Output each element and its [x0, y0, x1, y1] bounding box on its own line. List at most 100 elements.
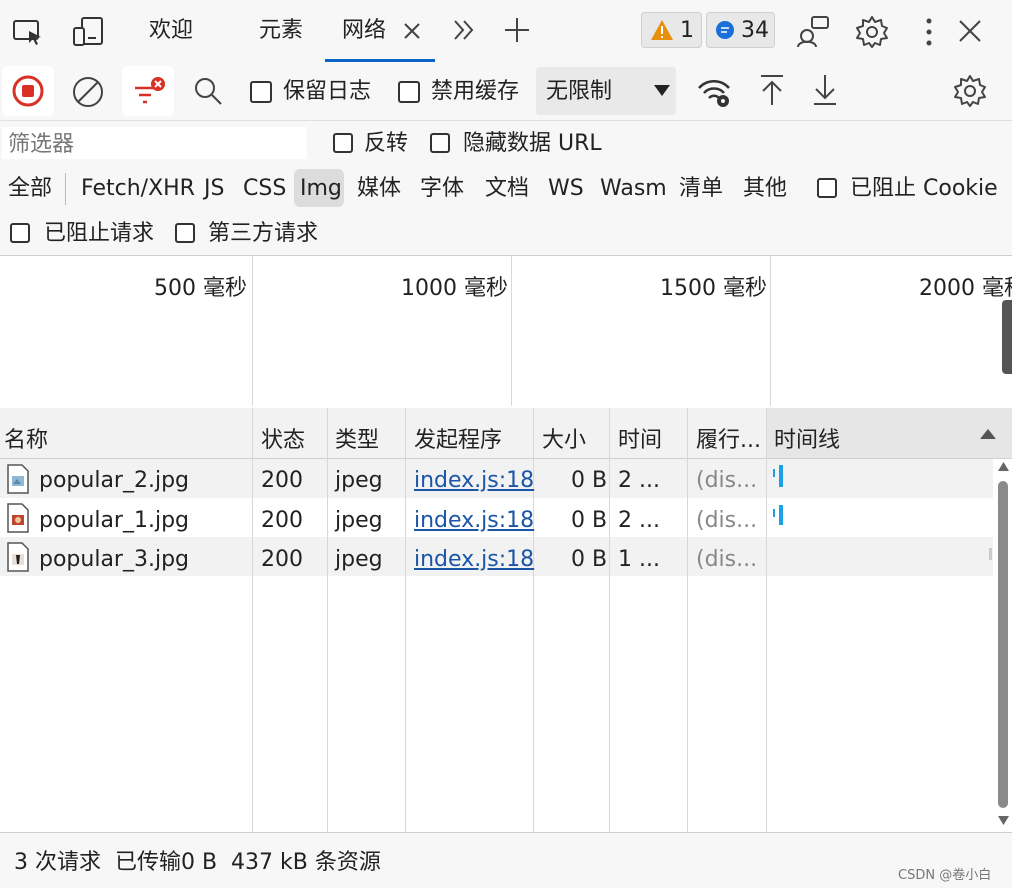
- preserve-log-checkbox[interactable]: [250, 81, 272, 103]
- filter-type-doc[interactable]: 文档: [485, 178, 529, 200]
- close-tab-icon[interactable]: [403, 22, 421, 40]
- warnings-badge[interactable]: 1: [641, 12, 702, 48]
- request-status: 200: [261, 508, 303, 533]
- blocked-cookies-label: 已阻止 Cookie: [850, 176, 998, 201]
- overview-handle[interactable]: [1002, 300, 1012, 374]
- column-header-initiator[interactable]: 发起程序: [414, 422, 502, 454]
- invert-checkbox[interactable]: [333, 133, 353, 153]
- request-size: 0 B: [571, 508, 608, 533]
- export-har-icon[interactable]: [812, 74, 838, 106]
- column-header-fulfilled[interactable]: 履行...: [696, 422, 761, 454]
- hide-data-urls-checkbox[interactable]: [430, 133, 450, 153]
- overview-gridline: [252, 256, 253, 406]
- feedback-icon[interactable]: [796, 14, 830, 48]
- blocked-cookies-checkbox[interactable]: [817, 178, 837, 198]
- throttle-value: 无限制: [546, 79, 613, 104]
- clear-icon[interactable]: [71, 75, 105, 109]
- filter-input[interactable]: 筛选器: [2, 127, 307, 159]
- scroll-down-icon[interactable]: [998, 816, 1009, 825]
- filter-type-fetch-xhr[interactable]: Fetch/XHR: [81, 178, 195, 200]
- request-fulfilled: (dis...: [696, 468, 758, 493]
- import-har-icon[interactable]: [759, 74, 785, 106]
- request-time: 1 ...: [618, 547, 660, 572]
- tab-elements-label: 元素: [259, 18, 304, 43]
- tab-welcome[interactable]: 欢迎: [149, 0, 193, 62]
- filter-toggle-button[interactable]: [122, 66, 174, 116]
- status-bar: 3 次请求 已传输0 B 437 kB 条资源 CSDN @卷小白: [0, 832, 1012, 888]
- disable-cache-checkbox[interactable]: [398, 81, 420, 103]
- tab-elements[interactable]: 元素: [259, 0, 303, 62]
- filter-type-js[interactable]: JS: [204, 178, 224, 200]
- tab-network[interactable]: 网络: [325, 0, 435, 62]
- overview-tick: 500 毫秒: [154, 276, 247, 301]
- filter-type-manifest[interactable]: 清单: [679, 178, 723, 200]
- timeline-bar: [773, 509, 775, 517]
- search-icon[interactable]: [193, 76, 223, 106]
- settings-gear-icon[interactable]: [855, 15, 889, 49]
- filter-type-ws[interactable]: WS: [548, 178, 584, 200]
- filter-icon: [132, 76, 168, 108]
- filter-type-css[interactable]: CSS: [243, 178, 286, 200]
- overview-tick: 2000 毫秒: [919, 276, 1012, 301]
- column-header-name[interactable]: 名称: [4, 422, 48, 454]
- more-options-icon[interactable]: [924, 18, 934, 46]
- device-emulation-icon[interactable]: [72, 16, 106, 48]
- vertical-scrollbar[interactable]: [995, 459, 1012, 831]
- filter-type-all[interactable]: 全部: [8, 178, 52, 200]
- invert-label: 反转: [364, 131, 409, 156]
- preserve-log-label: 保留日志: [283, 79, 372, 104]
- column-separator: [405, 408, 406, 832]
- messages-count: 34: [741, 17, 769, 43]
- image-file-icon: [7, 464, 29, 494]
- column-header-time[interactable]: 时间: [618, 422, 662, 454]
- third-party-checkbox[interactable]: [175, 223, 195, 243]
- column-header-size[interactable]: 大小: [542, 422, 586, 454]
- record-icon: [12, 75, 44, 107]
- more-tabs-icon[interactable]: [452, 18, 476, 42]
- tab-welcome-label: 欢迎: [149, 18, 194, 43]
- column-header-type[interactable]: 类型: [335, 422, 379, 454]
- request-name[interactable]: popular_2.jpg: [39, 468, 189, 493]
- watermark: CSDN @卷小白: [898, 868, 992, 883]
- throttle-select[interactable]: 无限制: [536, 67, 676, 115]
- sort-ascending-icon[interactable]: [980, 428, 996, 440]
- warning-icon: [650, 19, 674, 41]
- column-separator: [766, 408, 767, 832]
- request-fulfilled: (dis...: [696, 508, 758, 533]
- scroll-up-icon[interactable]: [998, 462, 1009, 471]
- filter-type-font[interactable]: 字体: [420, 178, 464, 200]
- third-party-label: 第三方请求: [208, 221, 319, 246]
- request-initiator-link[interactable]: index.js:18: [414, 468, 534, 493]
- request-type: jpeg: [335, 547, 383, 572]
- add-tab-icon[interactable]: [504, 17, 530, 43]
- request-type: jpeg: [335, 508, 383, 533]
- request-status: 200: [261, 468, 303, 493]
- tab-network-label: 网络: [342, 18, 387, 43]
- close-devtools-icon[interactable]: [958, 19, 982, 43]
- timeline-bar: [779, 465, 783, 487]
- inspect-element-icon[interactable]: [12, 18, 44, 46]
- request-name[interactable]: popular_3.jpg: [39, 547, 189, 572]
- request-size: 0 B: [571, 547, 608, 572]
- messages-badge[interactable]: 34: [706, 12, 775, 48]
- blocked-requests-checkbox[interactable]: [10, 223, 30, 243]
- devtools-tab-bar: 欢迎 元素 网络 1 34: [0, 0, 1012, 63]
- timeline-bar: [779, 505, 783, 525]
- request-time: 2 ...: [618, 508, 660, 533]
- filter-type-media[interactable]: 媒体: [357, 178, 401, 200]
- scrollbar-thumb[interactable]: [998, 481, 1008, 808]
- filter-type-img[interactable]: Img: [294, 169, 344, 207]
- record-button[interactable]: [2, 66, 54, 116]
- filter-type-wasm[interactable]: Wasm: [600, 178, 667, 200]
- request-initiator-link[interactable]: index.js:18: [414, 508, 534, 533]
- image-file-icon: [7, 542, 29, 572]
- request-initiator-link[interactable]: index.js:18: [414, 547, 534, 572]
- network-conditions-icon[interactable]: [697, 76, 733, 110]
- overview-tick: 1000 毫秒: [401, 276, 508, 301]
- column-header-timeline[interactable]: 时间线: [774, 422, 840, 454]
- column-header-status[interactable]: 状态: [261, 422, 305, 454]
- request-name[interactable]: popular_1.jpg: [39, 508, 189, 533]
- network-settings-gear-icon[interactable]: [953, 74, 987, 108]
- filter-type-other[interactable]: 其他: [743, 178, 787, 200]
- request-fulfilled: (dis...: [696, 547, 758, 572]
